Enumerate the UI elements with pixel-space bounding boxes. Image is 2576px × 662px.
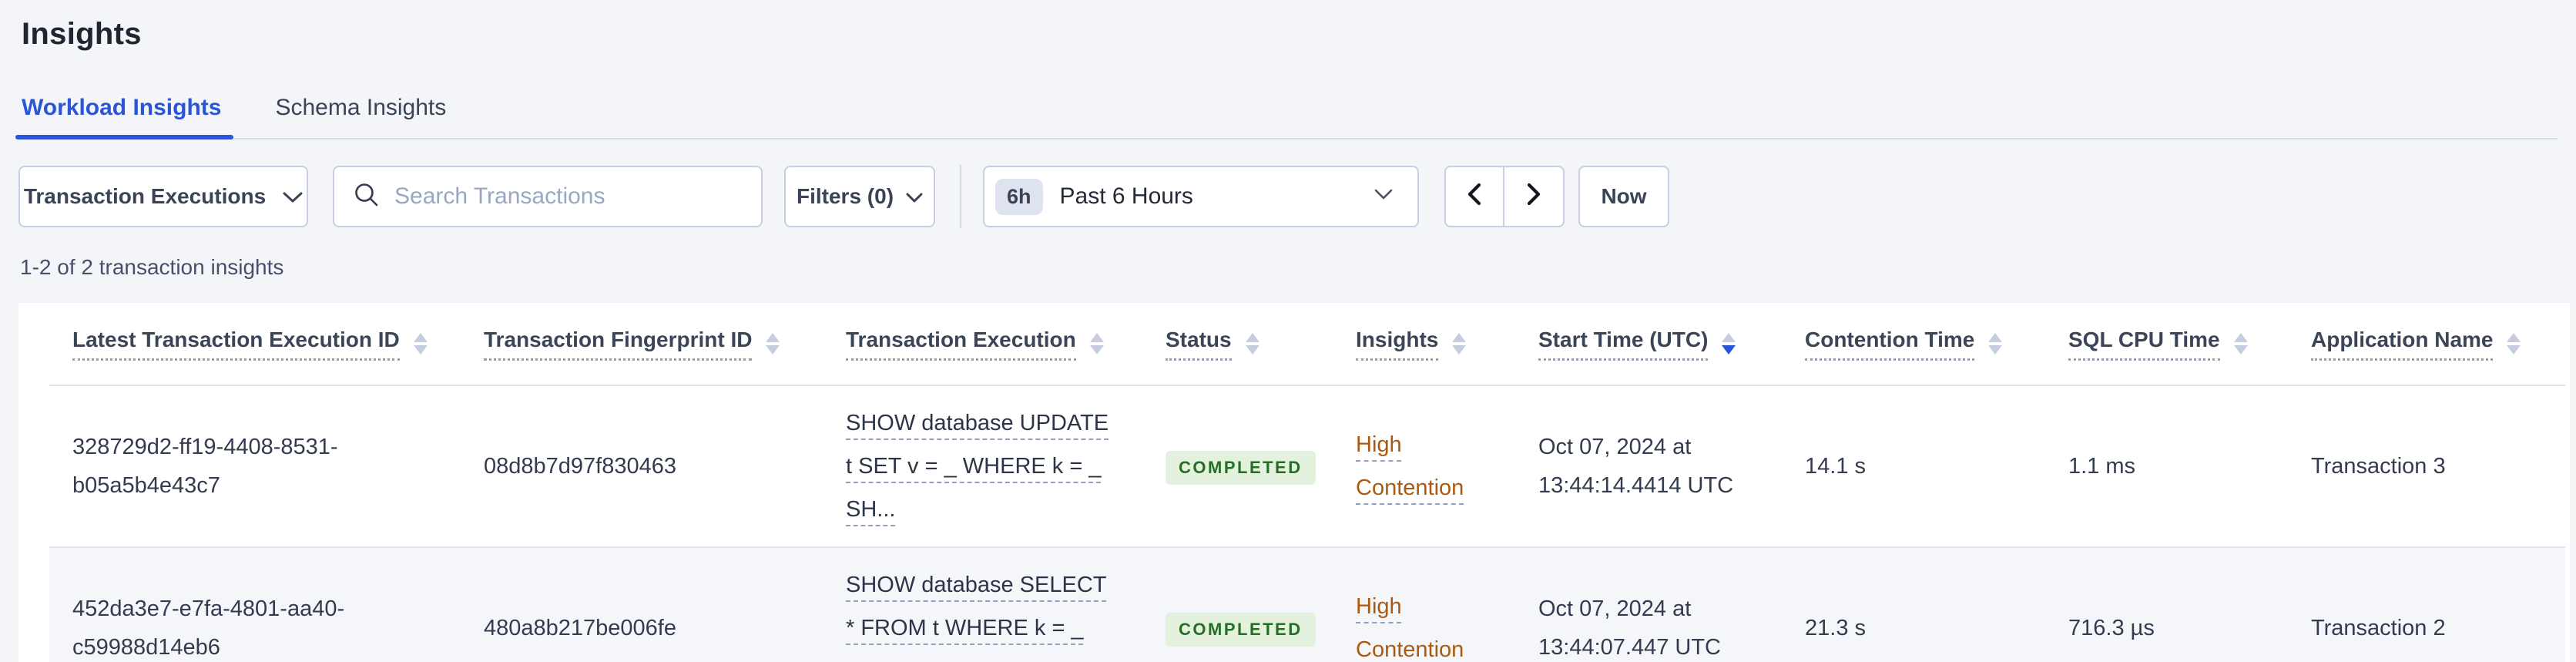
tab-schema-insights[interactable]: Schema Insights (272, 81, 449, 138)
chevron-right-icon (1525, 182, 1542, 212)
sort-icon (413, 333, 428, 355)
column-header-sql-cpu-time[interactable]: SQL CPU Time (2045, 303, 2288, 386)
filters-label: Filters (0) (796, 184, 894, 208)
toolbar-divider (960, 165, 961, 228)
cell-status: COMPLETED (1142, 547, 1333, 662)
insights-table-card: Latest Transaction Execution ID Transact… (18, 303, 2570, 662)
sort-icon (1089, 333, 1104, 355)
column-header-status[interactable]: Status (1142, 303, 1333, 386)
time-pager (1444, 166, 1565, 227)
cell-execution-id: 328729d2-ff19-4408-8531-b05a5b4e43c7 (49, 385, 461, 548)
search-input[interactable] (394, 183, 743, 210)
column-header-application-name[interactable]: Application Name (2288, 303, 2565, 386)
sort-icon (2507, 333, 2521, 355)
cell-execution-id: 452da3e7-e7fa-4801-aa40-c59988d14eb6 (49, 547, 461, 662)
cell-sql-cpu-time: 1.1 ms (2045, 385, 2288, 548)
sort-icon (766, 333, 780, 355)
filters-button[interactable]: Filters (0) (784, 166, 935, 227)
sort-icon (1988, 333, 2003, 355)
chevron-down-icon (906, 184, 923, 209)
column-header-latest-transaction-execution-id[interactable]: Latest Transaction Execution ID (49, 303, 461, 386)
cell-application-name: Transaction 2 (2288, 547, 2565, 662)
transaction-execution-link[interactable]: SHOW database UPDATE t SET v = _ WHERE k… (846, 411, 1109, 522)
insight-link[interactable]: High Contention (1356, 594, 1464, 662)
time-range-badge: 6h (995, 178, 1043, 215)
table-header-row: Latest Transaction Execution ID Transact… (49, 303, 2565, 386)
column-header-insights[interactable]: Insights (1333, 303, 1515, 386)
column-header-transaction-execution[interactable]: Transaction Execution (823, 303, 1142, 386)
time-next-button[interactable] (1504, 166, 1565, 227)
column-header-start-time[interactable]: Start Time (UTC) (1515, 303, 1782, 386)
insights-page: Insights Workload Insights Schema Insigh… (0, 0, 2576, 662)
transaction-execution-link[interactable]: SHOW database SELECT * FROM t WHERE k = … (846, 573, 1106, 662)
time-prev-button[interactable] (1444, 166, 1504, 227)
search-icon (353, 181, 381, 213)
cell-transaction-execution: SHOW database SELECT * FROM t WHERE k = … (823, 547, 1142, 662)
chevron-left-icon (1466, 182, 1483, 212)
transaction-insights-table: Latest Transaction Execution ID Transact… (49, 303, 2565, 662)
cell-contention-time: 14.1 s (1782, 385, 2045, 548)
execution-type-dropdown[interactable]: Transaction Executions (18, 166, 308, 227)
toolbar: Transaction Executions Filters (0) 6h Pa… (18, 165, 2576, 228)
insight-link[interactable]: High Contention (1356, 432, 1464, 500)
time-range-picker[interactable]: 6h Past 6 Hours (983, 166, 1419, 227)
sort-icon (1452, 333, 1467, 355)
cell-start-time: Oct 07, 2024 at 13:44:07.447 UTC (1515, 547, 1782, 662)
status-badge: COMPLETED (1166, 613, 1316, 647)
cell-start-time: Oct 07, 2024 at 13:44:14.4414 UTC (1515, 385, 1782, 548)
tab-bar: Workload Insights Schema Insights (15, 81, 2558, 139)
sort-icon (1245, 333, 1259, 355)
cell-sql-cpu-time: 716.3 µs (2045, 547, 2288, 662)
search-box[interactable] (333, 166, 763, 227)
execution-type-label: Transaction Executions (23, 184, 267, 208)
cell-application-name: Transaction 3 (2288, 385, 2565, 548)
table-row: 328729d2-ff19-4408-8531-b05a5b4e43c7 08d… (49, 385, 2565, 548)
now-button[interactable]: Now (1578, 166, 1669, 227)
chevron-down-icon (1374, 189, 1393, 204)
cell-fingerprint-id: 480a8b217be006fe (461, 547, 823, 662)
cell-insight: High Contention (1333, 385, 1515, 548)
column-header-contention-time[interactable]: Contention Time (1782, 303, 2045, 386)
column-header-transaction-fingerprint-id[interactable]: Transaction Fingerprint ID (461, 303, 823, 386)
table-row: 452da3e7-e7fa-4801-aa40-c59988d14eb6 480… (49, 547, 2565, 662)
time-range-label: Past 6 Hours (1059, 183, 1193, 209)
results-count: 1-2 of 2 transaction insights (20, 255, 284, 279)
cell-fingerprint-id: 08d8b7d97f830463 (461, 385, 823, 548)
sort-desc-icon (1722, 333, 1736, 355)
cell-transaction-execution: SHOW database UPDATE t SET v = _ WHERE k… (823, 385, 1142, 548)
chevron-down-icon (283, 184, 303, 209)
status-badge: COMPLETED (1166, 451, 1316, 486)
page-title: Insights (22, 17, 142, 51)
cell-contention-time: 21.3 s (1782, 547, 2045, 662)
sort-icon (2233, 333, 2248, 355)
cell-insight: High Contention (1333, 547, 1515, 662)
cell-status: COMPLETED (1142, 385, 1333, 548)
tab-workload-insights[interactable]: Workload Insights (15, 81, 234, 139)
